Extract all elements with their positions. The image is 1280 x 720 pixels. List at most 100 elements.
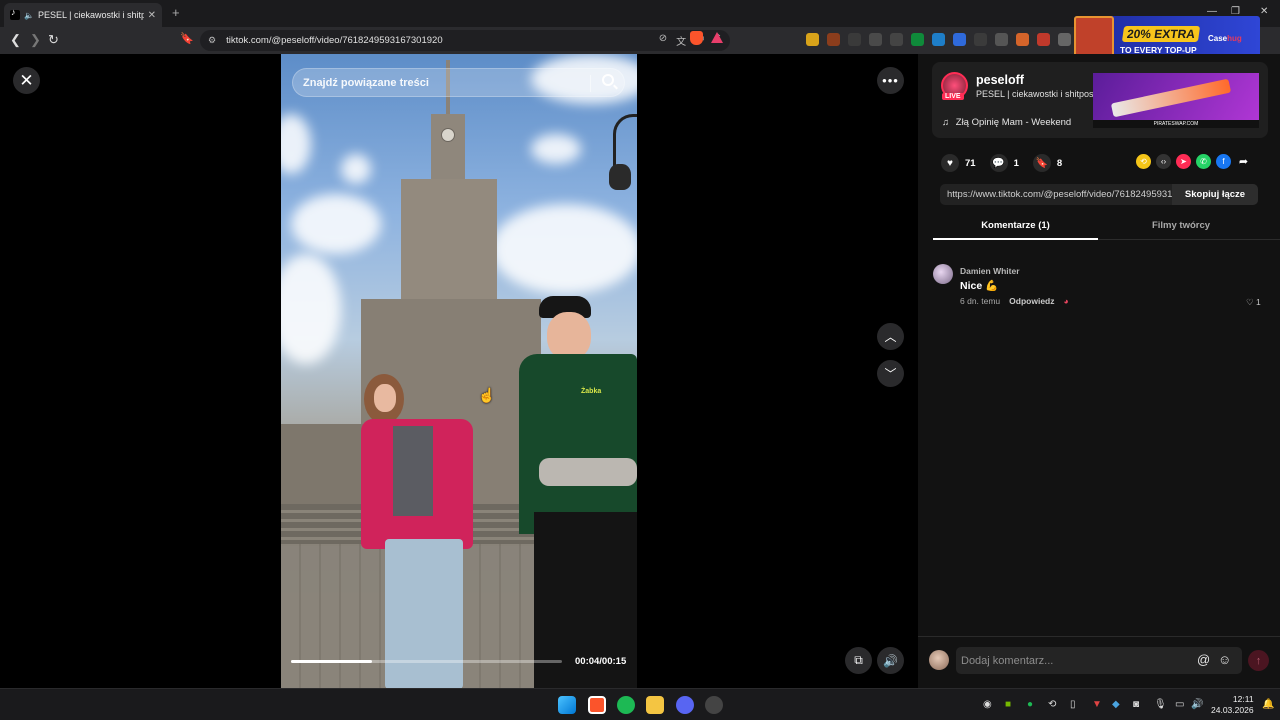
extension-icon[interactable] [911,33,924,46]
floating-player-button[interactable]: ⧉ [845,647,872,674]
search-icon[interactable] [602,74,614,86]
brave-rewards-icon[interactable] [711,32,723,43]
mention-icon[interactable]: @ [1197,652,1210,667]
repost-icon[interactable]: ⟲ [1136,154,1151,169]
extension-icon[interactable] [974,33,987,46]
comment-text: Nice 💪 [960,280,999,292]
previous-video-button[interactable]: ︿ [877,323,904,350]
site-info-icon[interactable]: ⚙ [208,35,216,46]
extension-icon[interactable] [953,33,966,46]
like-button[interactable]: ♥ 71 [941,154,976,172]
back-icon[interactable]: ❮ [10,32,21,48]
app-icon[interactable] [705,696,723,714]
close-video-button[interactable]: ✕ [13,67,40,94]
forward-icon[interactable]: ❯ [30,32,41,48]
embed-icon[interactable]: ‹› [1156,154,1171,169]
emoji-icon[interactable]: ☺ [1218,652,1231,667]
engagement-stats: ♥ 71 💬 1 🔖 8 [941,154,1076,172]
extensions-row [806,33,1092,46]
comment-icon: 💬 [989,154,1008,172]
volume-tray-icon[interactable]: 🔊 [1191,699,1203,710]
extension-icon[interactable] [1037,33,1050,46]
extension-icon[interactable] [890,33,903,46]
browser-tab[interactable]: 🔈 PESEL | ciekawostki i shitpost ✕ [4,3,162,27]
music-info[interactable]: ♫ Złą Opinię Mam - Weekend [942,117,1071,128]
tray-icon[interactable]: ▯ [1070,699,1076,710]
extension-icon[interactable] [1016,33,1029,46]
next-video-button[interactable]: ﹀ [877,360,904,387]
related-search-input[interactable]: Znajdź powiązane treści [292,68,625,97]
no-tracking-icon[interactable]: ⊘ [659,33,667,48]
save-button[interactable]: 🔖 8 [1032,154,1063,172]
video-player[interactable]: Żabka ☝ [281,54,637,688]
close-window-icon[interactable]: ✕ [1260,6,1268,17]
reply-button[interactable]: Odpowiedz [1009,296,1054,306]
extension-icon[interactable] [932,33,945,46]
nvidia-icon[interactable]: ■ [1005,699,1011,710]
creator-username[interactable]: peseloff [976,73,1024,87]
panel-tabs: Komentarze (1) Filmy twórcy [933,216,1280,240]
cloud [281,114,311,174]
discord-tray-icon[interactable]: ◙ [1133,699,1139,710]
extension-icon[interactable] [848,33,861,46]
comment-like-button[interactable]: ♡ 1 [1246,297,1261,308]
notifications-icon[interactable]: 🔔 [1262,699,1274,710]
file-explorer-icon[interactable] [646,696,664,714]
speaker-icon[interactable]: 🔈 [24,11,34,20]
bookmark-icon[interactable]: 🔖 [180,32,194,45]
new-tab-button[interactable]: + [172,5,180,20]
video-progress-fill [291,660,373,663]
comment-button[interactable]: 💬 1 [989,154,1019,172]
address-bar[interactable]: ⚙ tiktok.com/@peseloff/video/76182495931… [200,30,730,51]
spotify-tray-icon[interactable]: ● [1027,699,1033,710]
volume-button[interactable]: 🔊 [877,647,904,674]
copy-link-button[interactable]: Skopiuj łącze [1172,184,1258,205]
discord-icon[interactable] [676,696,694,714]
reload-icon[interactable]: ↻ [48,32,59,48]
facebook-icon[interactable]: f [1216,154,1231,169]
share-link-text[interactable]: https://www.tiktok.com/@peseloff/video/7… [947,189,1172,200]
video-time: 00:04/00:15 [575,656,627,667]
close-tab-icon[interactable]: ✕ [148,10,156,21]
tray-icon[interactable]: ▼ [1092,699,1102,710]
more-options-button[interactable]: ••• [877,67,904,94]
network-icon[interactable]: ▭ [1175,699,1184,710]
share-icon[interactable]: ➦ [1236,154,1251,169]
tray-icon[interactable]: ◉ [983,699,992,710]
extension-icon[interactable] [869,33,882,46]
save-count: 8 [1056,157,1063,169]
steam-icon[interactable]: ◆ [1112,699,1120,710]
brave-shields-icon[interactable] [690,31,703,45]
comment-author[interactable]: Damien Whiter [960,266,1020,276]
send-icon[interactable]: ➤ [1176,154,1191,169]
commenter-avatar[interactable] [933,264,953,284]
tiktok-favicon-icon [10,7,20,20]
share-link-box: https://www.tiktok.com/@peseloff/video/7… [940,184,1258,205]
comment-like-count: 1 [1256,297,1261,307]
comment-input-placeholder: Dodaj komentarz... [961,654,1054,667]
live-badge: LIVE [942,93,964,100]
extension-icon[interactable] [806,33,819,46]
tab-comments[interactable]: Komentarze (1) [933,220,1098,240]
ad-video-overlay[interactable]: PIRATESWAP.COM [1093,73,1259,128]
share-row: ⟲ ‹› ➤ ✆ f ➦ [1136,154,1251,169]
microphone-icon[interactable]: 🎙 [1154,699,1167,710]
comment-input[interactable]: Dodaj komentarz... @ ☺ [956,647,1242,674]
translate-icon[interactable]: 文 [676,33,686,48]
spotify-icon[interactable] [617,696,635,714]
extension-icon[interactable] [827,33,840,46]
ad-video-footer: PIRATESWAP.COM [1093,120,1259,128]
start-menu-icon[interactable] [558,696,576,714]
tab-creator-videos[interactable]: Filmy twórcy [1098,220,1264,231]
like-count: 71 [965,157,976,169]
brave-browser-icon[interactable] [588,696,606,714]
cloud [341,154,371,184]
cloud [291,194,381,254]
tray-icon[interactable]: ⟲ [1048,699,1056,710]
extension-icon[interactable] [995,33,1008,46]
extension-icon[interactable] [1058,33,1071,46]
whatsapp-icon[interactable]: ✆ [1196,154,1211,169]
system-clock[interactable]: 12:11 24.03.2026 [1211,694,1254,716]
send-comment-button[interactable]: ↑ [1248,650,1269,671]
video-progress-bar[interactable] [291,660,562,663]
